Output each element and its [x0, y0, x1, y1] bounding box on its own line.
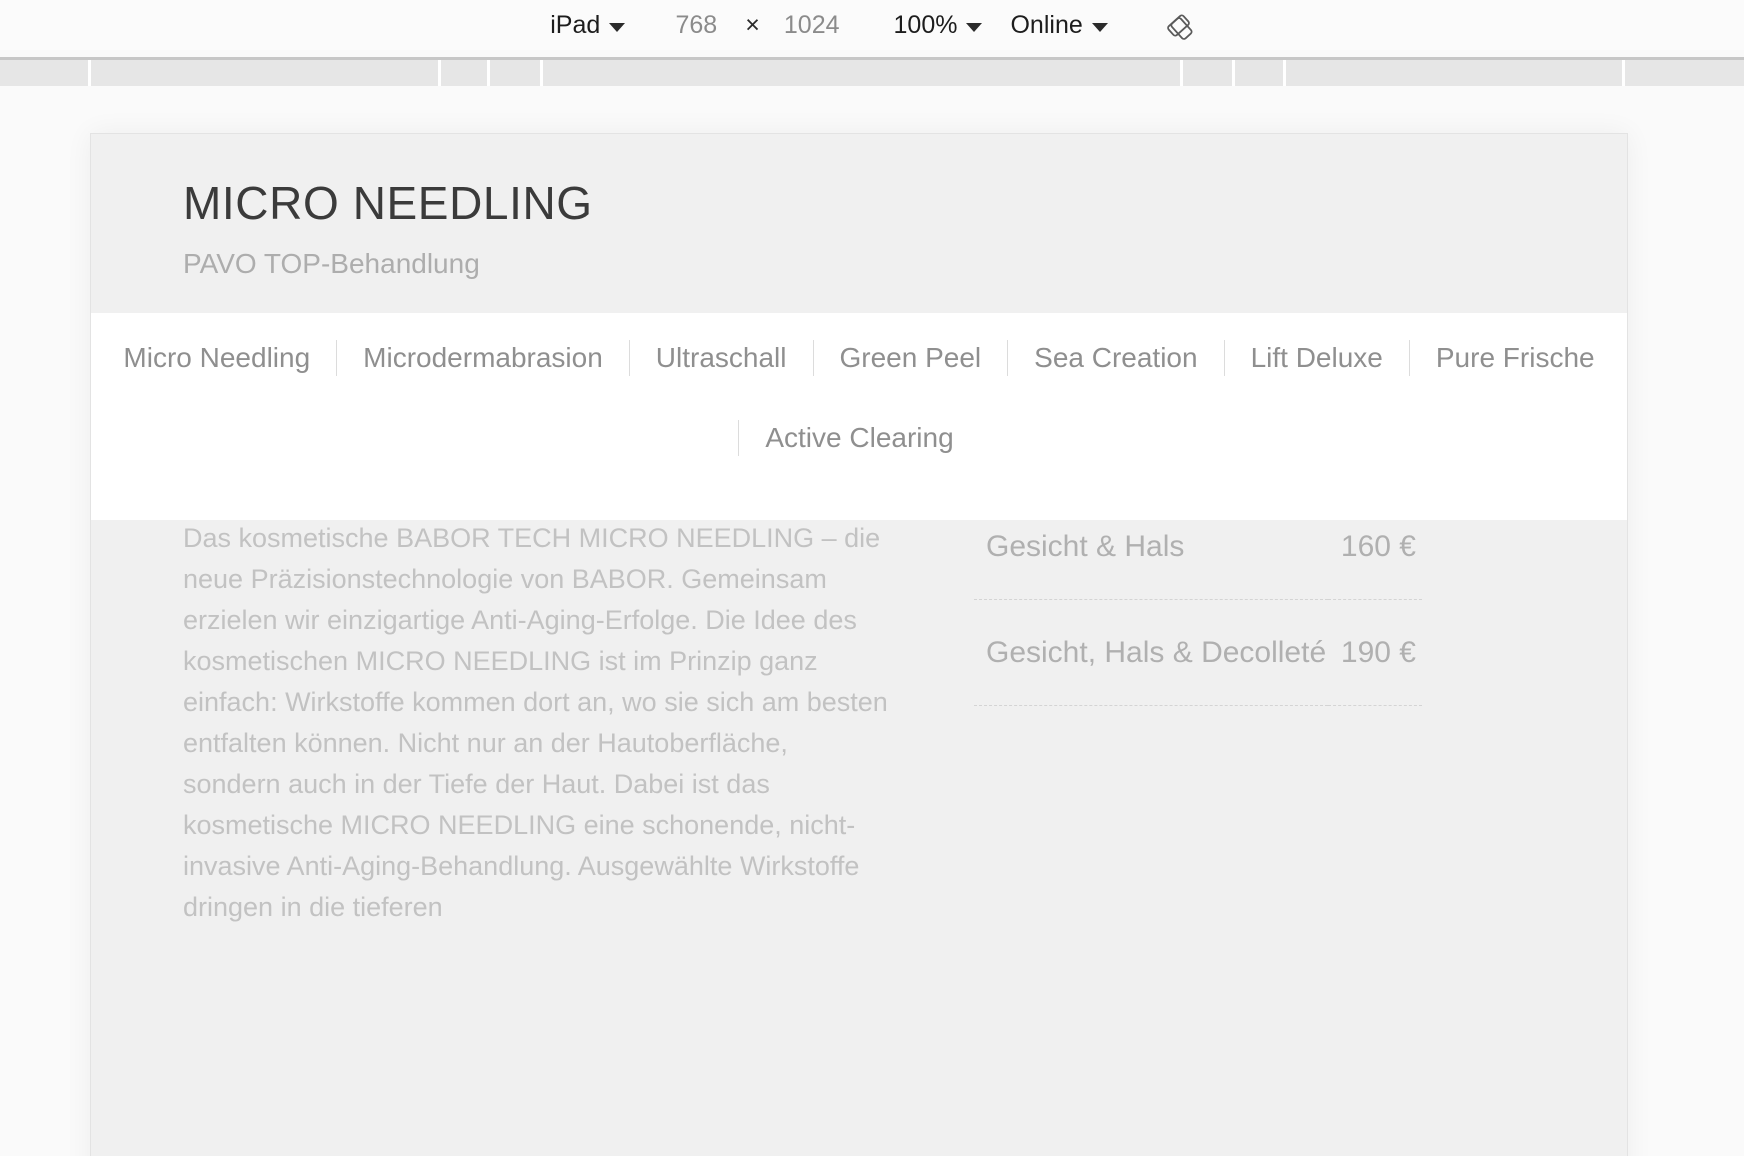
price-label: Gesicht, Hals & Decolleté — [986, 635, 1327, 669]
nav-item-ultraschall[interactable]: Ultraschall — [630, 335, 813, 381]
treatment-nav-overlay: Micro Needling Microdermabrasion Ultrasc… — [90, 313, 1628, 520]
viewport-width-input[interactable]: 768 — [665, 11, 727, 40]
content-card: MICRO NEEDLING PAVO TOP-Behandlung Wirks… — [90, 133, 1628, 1156]
strip-divider — [1622, 60, 1625, 86]
zoom-selector[interactable]: 100% — [880, 11, 997, 40]
price-value: 190 € — [1340, 635, 1416, 669]
throttling-selector-label: Online — [1010, 10, 1083, 39]
chevron-down-icon — [1091, 22, 1108, 32]
page-subtitle: PAVO TOP-Behandlung — [183, 247, 480, 279]
nav-row-secondary: Active Clearing — [91, 415, 1627, 461]
page-viewport: MICRO NEEDLING PAVO TOP-Behandlung Wirks… — [0, 86, 1744, 1156]
nav-item-microdermabrasion[interactable]: Microdermabrasion — [337, 335, 629, 381]
rotate-viewport-button[interactable] — [1156, 0, 1208, 50]
strip-divider — [1283, 60, 1286, 86]
viewport-height-input[interactable]: 1024 — [778, 11, 846, 40]
nav-item-green-peel[interactable]: Green Peel — [814, 335, 1008, 381]
table-row: Gesicht, Hals & Decolleté 190 € — [974, 599, 1422, 706]
throttling-selector[interactable]: Online — [996, 11, 1121, 40]
strip-divider — [540, 60, 543, 86]
strip-divider — [88, 60, 91, 86]
device-selector[interactable]: iPad — [536, 11, 639, 40]
page-title: MICRO NEEDLING — [183, 177, 593, 229]
strip-divider — [487, 60, 490, 86]
browser-toolbar-strip — [0, 50, 1744, 86]
body-paragraph: Das kosmetische BABOR TECH MICRO NEEDLIN… — [183, 523, 888, 923]
dimension-times-separator: × — [745, 10, 760, 39]
strip-segments[interactable] — [0, 60, 1744, 86]
nav-item-sea-creation[interactable]: Sea Creation — [1008, 335, 1223, 381]
responsive-design-toolbar: iPad 768 × 1024 100% Online — [0, 0, 1744, 50]
chevron-down-icon — [609, 22, 626, 32]
card-inner: MICRO NEEDLING PAVO TOP-Behandlung Wirks… — [91, 134, 1627, 968]
device-selector-group: iPad — [536, 0, 639, 50]
nav-item-lift-deluxe[interactable]: Lift Deluxe — [1225, 335, 1409, 381]
strip-divider — [438, 60, 441, 86]
nav-item-pure-frische[interactable]: Pure Frische — [1410, 335, 1621, 381]
strip-divider — [1232, 60, 1235, 86]
nav-row-primary: Micro Needling Microdermabrasion Ultrasc… — [91, 335, 1627, 381]
zoom-selector-label: 100% — [893, 10, 958, 39]
chevron-down-icon — [966, 22, 983, 32]
nav-item-micro-needling[interactable]: Micro Needling — [97, 335, 336, 381]
strip-divider — [1180, 60, 1183, 86]
device-selector-label: iPad — [550, 10, 601, 39]
nav-item-active-clearing[interactable]: Active Clearing — [739, 415, 979, 461]
